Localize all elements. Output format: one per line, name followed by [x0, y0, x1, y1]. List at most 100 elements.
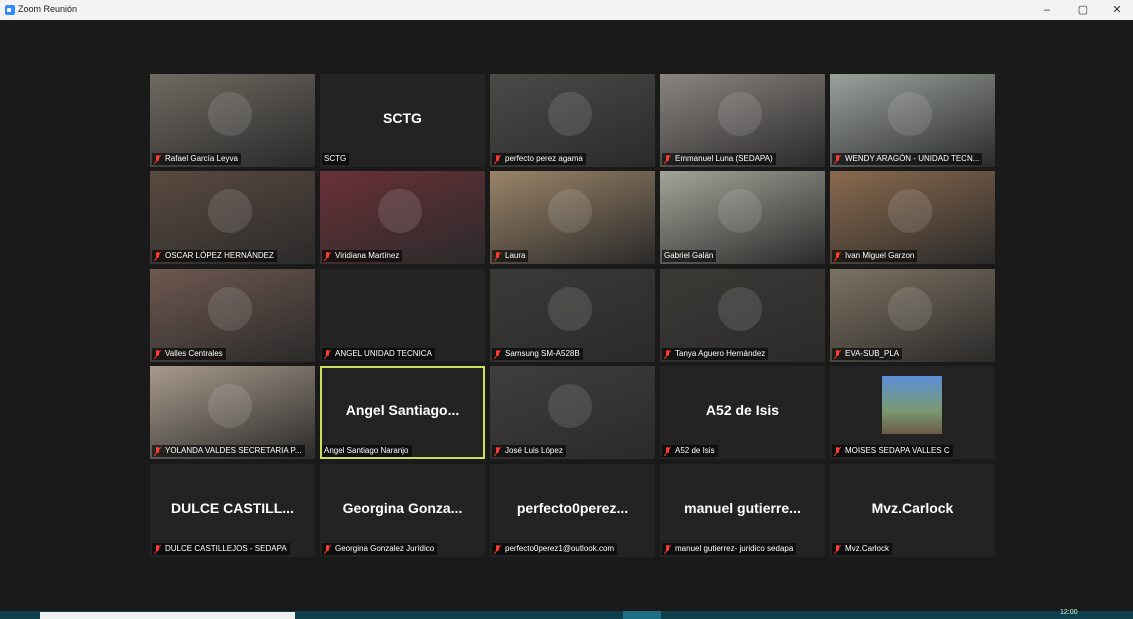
participant-name-label: perfecto perez agama [492, 153, 586, 165]
participant-tile[interactable]: Tanya Aguero Hernández [660, 269, 825, 362]
participant-tile[interactable]: SCTG SCTG [320, 74, 485, 167]
muted-mic-icon [834, 154, 842, 164]
participant-tile[interactable]: perfecto perez agama [490, 74, 655, 167]
participant-tile[interactable]: José Luis López [490, 366, 655, 459]
participant-tile[interactable]: Samsung SM-A528B [490, 269, 655, 362]
taskbar-search-box[interactable] [40, 612, 295, 619]
participant-name-text: OSCAR LÓPEZ HERNÁNDEZ [165, 251, 274, 260]
muted-mic-icon [494, 251, 502, 261]
participant-silhouette-icon [888, 287, 932, 331]
participant-tile[interactable]: Emmanuel Luna (SEDAPA) [660, 74, 825, 167]
participant-silhouette-icon [208, 384, 252, 428]
taskbar-clock: 12:00 [1060, 609, 1078, 616]
participant-name-label: Ivan Miguel Garzon [832, 250, 918, 262]
participant-tile[interactable]: A52 de Isis A52 de Isis [660, 366, 825, 459]
title-bar: Zoom Reunión – ▢ ✕ [0, 0, 1133, 20]
participant-name-text: Mvz.Carlock [845, 544, 890, 553]
participant-name-text: EVA-SUB_PLA [845, 349, 900, 358]
participant-name-text: MOISES SEDAPA VALLES C [845, 446, 950, 455]
participant-tile[interactable]: manuel gutierre... manuel gutierrez- juri… [660, 464, 825, 557]
participant-display-name: DULCE CASTILL... [171, 500, 294, 516]
participant-name-text: Valles Centrales [165, 349, 223, 358]
participant-tile[interactable]: Mvz.Carlock Mvz.Carlock [830, 464, 995, 557]
participant-tile[interactable]: Ivan Miguel Garzon [830, 171, 995, 264]
participant-name-label: Georgina Gonzalez Jurídico [322, 543, 438, 555]
participant-tile[interactable]: Valles Centrales [150, 269, 315, 362]
muted-mic-icon [154, 544, 162, 554]
participant-tile[interactable]: Gabriel Galán [660, 171, 825, 264]
participant-silhouette-icon [208, 287, 252, 331]
participant-tile[interactable]: Rafael García Leyva [150, 74, 315, 167]
participant-tile[interactable]: OSCAR LÓPEZ HERNÁNDEZ [150, 171, 315, 264]
participant-display-name: Mvz.Carlock [871, 500, 954, 516]
muted-mic-icon [664, 349, 672, 359]
participant-silhouette-icon [718, 92, 762, 136]
participant-tile[interactable]: DULCE CASTILL... DULCE CASTILLEJOS - SEDA… [150, 464, 315, 557]
muted-mic-icon [664, 154, 672, 164]
participant-tile[interactable]: YOLANDA VALDES SECRETARIA P... [150, 366, 315, 459]
participant-silhouette-icon [548, 287, 592, 331]
participant-name-label: OSCAR LÓPEZ HERNÁNDEZ [152, 250, 277, 262]
participant-name-label: Samsung SM-A528B [492, 348, 583, 360]
participant-tile[interactable]: Georgina Gonza... Georgina Gonzalez Juríd… [320, 464, 485, 557]
participant-name-text: Angel Santiago Naranjo [324, 446, 409, 455]
minimize-button[interactable]: – [1030, 0, 1064, 20]
participant-tile[interactable]: Laura [490, 171, 655, 264]
participant-name-text: manuel gutierrez- juridico sedapa [675, 544, 794, 553]
participant-name-label: José Luis López [492, 445, 566, 457]
maximize-button[interactable]: ▢ [1066, 0, 1100, 20]
participant-name-label: A52 de Isis [662, 445, 718, 457]
participant-silhouette-icon [548, 189, 592, 233]
participant-tile[interactable]: Angel Santiago... Angel Santiago Naranjo [320, 366, 485, 459]
participant-tile[interactable]: WENDY ARAGÓN - UNIDAD TECN... [830, 74, 995, 167]
participant-name-label: SCTG [322, 153, 350, 165]
taskbar: 12:00 [0, 609, 1133, 619]
participant-name-text: Laura [505, 251, 526, 260]
participant-display-name: A52 de Isis [705, 402, 780, 418]
participant-silhouette-icon [548, 384, 592, 428]
close-button[interactable]: ✕ [1100, 0, 1133, 20]
participant-name-label: DULCE CASTILLEJOS - SEDAPA [152, 543, 290, 555]
participant-name-text: ANGEL UNIDAD TECNICA [335, 349, 432, 358]
participant-silhouette-icon [888, 92, 932, 136]
participant-silhouette-icon [208, 189, 252, 233]
participant-silhouette-icon [208, 92, 252, 136]
participant-tile[interactable]: Viridiana Martínez [320, 171, 485, 264]
participant-tile[interactable]: perfecto0perez... perfecto0perez1@outlook… [490, 464, 655, 557]
participant-name-label: ANGEL UNIDAD TECNICA [322, 348, 435, 360]
participant-name-label: Viridiana Martínez [322, 250, 403, 262]
muted-mic-icon [154, 251, 162, 261]
participant-tile[interactable]: ANGEL UNIDAD TECNICA [320, 269, 485, 362]
participant-name-text: Samsung SM-A528B [505, 349, 580, 358]
participant-display-name: perfecto0perez... [516, 500, 629, 516]
participant-name-label: YOLANDA VALDES SECRETARIA P... [152, 445, 305, 457]
taskbar-zoom-app[interactable] [623, 611, 661, 619]
participant-name-label: Emmanuel Luna (SEDAPA) [662, 153, 776, 165]
participant-tile[interactable]: EVA-SUB_PLA [830, 269, 995, 362]
muted-mic-icon [324, 544, 332, 554]
zoom-logo-icon [5, 5, 15, 15]
participant-display-name: manuel gutierre... [684, 500, 801, 516]
participant-name-text: WENDY ARAGÓN - UNIDAD TECN... [845, 154, 980, 163]
participant-tile[interactable]: MOISES SEDAPA VALLES C [830, 366, 995, 459]
muted-mic-icon [494, 154, 502, 164]
muted-mic-icon [834, 349, 842, 359]
participant-name-label: Tanya Aguero Hernández [662, 348, 769, 360]
participant-silhouette-icon [548, 92, 592, 136]
participant-name-label: Laura [492, 250, 529, 262]
muted-mic-icon [154, 446, 162, 456]
muted-mic-icon [834, 251, 842, 261]
muted-mic-icon [834, 446, 842, 456]
muted-mic-icon [494, 349, 502, 359]
muted-mic-icon [154, 349, 162, 359]
participant-name-text: Ivan Miguel Garzon [845, 251, 915, 260]
participant-name-text: Gabriel Galán [664, 251, 714, 260]
participant-name-label: Angel Santiago Naranjo [322, 445, 412, 457]
participant-display-name: Georgina Gonza... [342, 500, 463, 516]
muted-mic-icon [324, 251, 332, 261]
participant-silhouette-icon [888, 189, 932, 233]
participant-name-text: Rafael García Leyva [165, 154, 238, 163]
participant-name-label: Mvz.Carlock [832, 543, 893, 555]
participant-photo-thumbnail [882, 376, 942, 434]
participant-name-label: Gabriel Galán [662, 250, 717, 262]
